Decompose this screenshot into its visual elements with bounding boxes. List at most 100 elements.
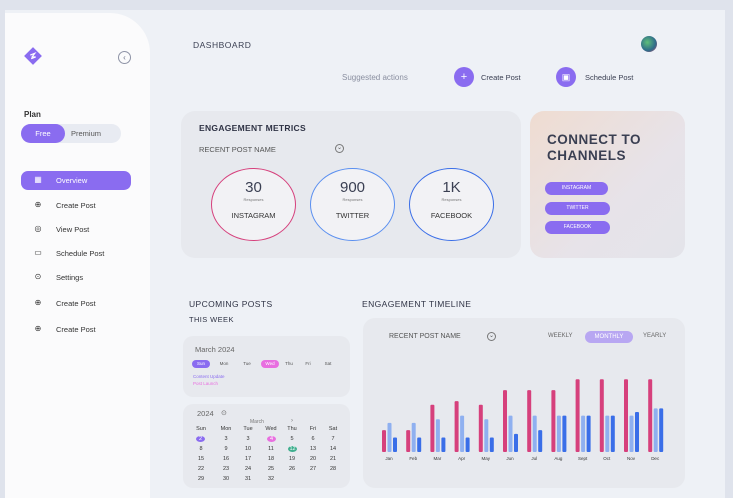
bar-may-series-2 (484, 419, 489, 452)
calendar-year: 2024 (197, 409, 214, 418)
sidebar-item-overview[interactable]: ▦ Overview (21, 171, 131, 190)
day-mon[interactable]: Mon (215, 360, 233, 368)
plan-toggle[interactable]: Free Premium (21, 124, 121, 143)
calendar-day[interactable]: 11 (264, 446, 278, 452)
bar-feb-series-2 (411, 422, 416, 452)
x-tick-label: Mar (434, 456, 442, 461)
schedule-post-action-icon[interactable]: ▣ (556, 67, 576, 87)
calendar-day[interactable]: 10 (241, 446, 255, 452)
calendar-icon: ▭ (34, 248, 42, 257)
calendar-day[interactable]: 28 (326, 466, 340, 472)
bar-jun-series-1 (503, 390, 507, 452)
this-week-label: THIS WEEK (189, 315, 234, 324)
day-sun[interactable]: Sun (192, 360, 210, 368)
calendar-day[interactable]: 31 (241, 476, 255, 482)
create-post-action[interactable]: Create Post (481, 73, 521, 82)
engagement-metrics-card: ENGAGEMENT METRICS RECENT POST NAME ⌄ 30… (181, 111, 521, 258)
sidebar-item-settings[interactable]: ⊙ Settings (21, 268, 131, 287)
chevron-down-icon[interactable]: ⌄ (335, 144, 344, 153)
avatar[interactable] (641, 36, 657, 52)
twitter-responses-label: Responses (342, 197, 363, 202)
facebook-metric: 1K Responses FACEBOOK (409, 168, 494, 241)
bar-oct-series-1 (599, 379, 604, 452)
day-wed[interactable]: Wed (261, 360, 279, 368)
connect-instagram-button[interactable]: INSTAGRAM (545, 182, 608, 195)
day-sat[interactable]: Sat (321, 360, 335, 368)
bar-dec-series-1 (648, 379, 653, 452)
calendar-day[interactable]: 17 (241, 456, 255, 462)
bar-sept-series-1 (575, 379, 580, 452)
calendar-day[interactable]: 26 (285, 466, 299, 472)
plan-premium-option[interactable]: Premium (71, 124, 101, 143)
calendar-day[interactable]: 2 (196, 436, 205, 442)
calendar-day[interactable]: 9 (219, 446, 233, 452)
calendar-day[interactable]: 25 (264, 466, 278, 472)
engagement-timeline-card: RECENT POST NAME ⌄ WEEKLY MONTHLY YEARLY… (363, 318, 685, 488)
x-tick-label: Jul (531, 456, 537, 461)
bar-jan-series-1 (382, 430, 386, 452)
bar-apr-series-2 (460, 415, 465, 452)
bar-aug-series-1 (551, 390, 556, 452)
day-thu[interactable]: Thu (282, 360, 296, 368)
calendar-day[interactable]: 12 (288, 446, 297, 452)
sidebar-item-create-post-2[interactable]: ⊕ Create Post (21, 294, 131, 313)
plan-label: Plan (24, 110, 41, 119)
calendar-day[interactable]: 18 (264, 456, 278, 462)
sidebar-item-label: View Post (56, 225, 90, 234)
facebook-value: 1K (442, 179, 461, 196)
logo-icon[interactable] (24, 47, 42, 65)
sidebar-item-label: Overview (56, 176, 88, 185)
calendar-day[interactable]: 22 (194, 466, 208, 472)
sidebar-item-schedule-post[interactable]: ▭ Schedule Post (21, 244, 131, 263)
x-tick-label: Apr (458, 456, 466, 461)
calendar-day[interactable]: 7 (326, 436, 340, 442)
calendar-day[interactable]: 19 (285, 456, 299, 462)
engagement-timeline-title: ENGAGEMENT TIMELINE (362, 299, 472, 309)
calendar-day[interactable]: 13 (306, 446, 320, 452)
engagement-bar-chart: Jan Feb Mar Apr May Jun Jul Aug Sept Oct Nov Dec (382, 379, 664, 461)
calendar-weekday: Tue (243, 426, 253, 432)
sidebar-item-create-post-3[interactable]: ⊕ Create Post (21, 320, 131, 339)
calendar-day[interactable]: 8 (194, 446, 208, 452)
day-tue[interactable]: Tue (238, 360, 256, 368)
calendar-day[interactable]: 15 (194, 456, 208, 462)
schedule-post-action[interactable]: Schedule Post (585, 73, 633, 82)
calendar-day[interactable]: 5 (285, 436, 299, 442)
calendar-day[interactable]: 24 (241, 466, 255, 472)
connect-facebook-button[interactable]: FACEBOOK (545, 221, 610, 234)
bar-nov-series-3 (635, 412, 639, 452)
sidebar-item-label: Schedule Post (56, 249, 105, 258)
calendar-day[interactable]: 20 (306, 456, 320, 462)
event-post-launch[interactable]: Post Launch (193, 381, 218, 386)
x-tick-label: Aug (554, 456, 563, 461)
x-tick-label: Jan (385, 456, 393, 461)
calendar-day[interactable]: 6 (306, 436, 320, 442)
sidebar-item-create-post[interactable]: ⊕ Create Post (21, 196, 131, 215)
calendar-day[interactable]: 3 (241, 436, 255, 442)
calendar-day[interactable]: 23 (219, 466, 233, 472)
bar-mar-series-1 (430, 404, 435, 452)
calendar-day[interactable]: 32 (264, 476, 278, 482)
calendar-day[interactable]: 14 (326, 446, 340, 452)
calendar-day[interactable]: 27 (306, 466, 320, 472)
calendar-day[interactable]: 16 (219, 456, 233, 462)
bar-mar-series-2 (435, 419, 440, 452)
calendar-day[interactable]: 30 (219, 476, 233, 482)
calendar-day[interactable]: 29 (194, 476, 208, 482)
calendar-day[interactable]: 4 (267, 436, 276, 442)
calendar-next-icon[interactable]: › (291, 418, 293, 424)
calendar-weekday: Thu (287, 426, 297, 432)
sidebar-item-view-post[interactable]: ◎ View Post (21, 220, 131, 239)
twitter-metric: 900 Responses TWITTER (310, 168, 395, 241)
event-content-update[interactable]: Content Update (193, 374, 225, 379)
day-fri[interactable]: Fri (301, 360, 315, 368)
create-post-action-icon[interactable]: + (454, 67, 474, 87)
calendar-day[interactable]: 3 (219, 436, 233, 442)
connect-twitter-button[interactable]: TWITTER (545, 202, 610, 215)
calendar-icon[interactable]: ⊙ (221, 409, 227, 417)
collapse-sidebar-icon[interactable]: ‹ (118, 51, 131, 64)
calendar-day[interactable]: 21 (326, 456, 340, 462)
plan-free-option[interactable]: Free (21, 124, 65, 143)
instagram-metric: 30 Responses INSTAGRAM (211, 168, 296, 241)
sidebar-item-label: Settings (56, 273, 84, 282)
